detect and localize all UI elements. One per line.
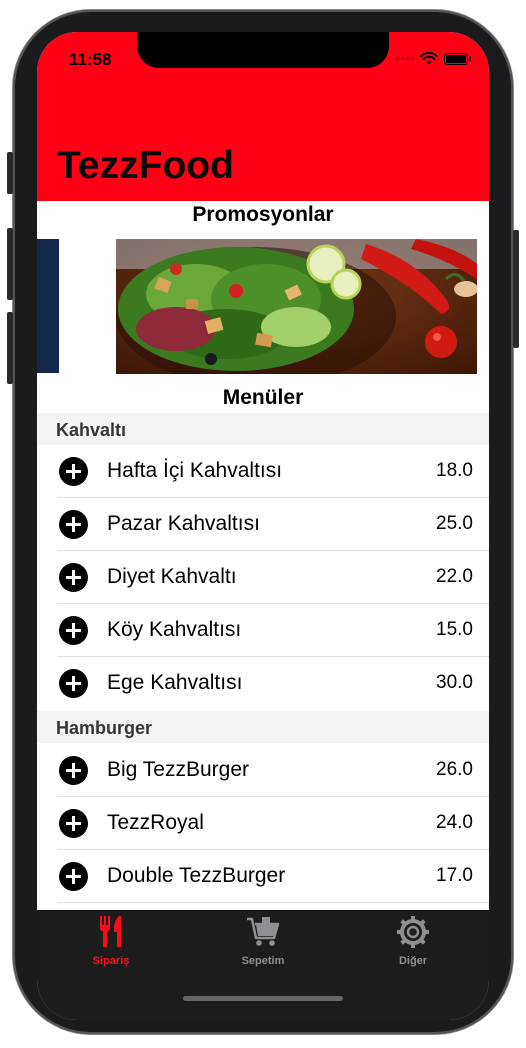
- menu-item-row[interactable]: Pazar Kahvaltısı 25.0: [37, 498, 489, 551]
- add-icon[interactable]: [59, 756, 88, 785]
- menu-item-name: Hafta İçi Kahvaltısı: [107, 459, 283, 482]
- add-icon[interactable]: [59, 457, 88, 486]
- status-time: 11:58: [69, 50, 112, 69]
- cart-icon: [247, 917, 280, 946]
- tab-bar: Sipariş Sepetim Diğer: [37, 910, 489, 1020]
- menu-item-name: Double TezzBurger: [107, 864, 286, 887]
- mute-switch: [7, 152, 13, 194]
- notch: [137, 32, 389, 68]
- menu-item-name: Big TezzBurger: [107, 758, 250, 781]
- signal-icon: [396, 57, 414, 60]
- menu-item-row[interactable]: Diyet Kahvaltı 22.0: [37, 551, 489, 604]
- category-label: Kahvaltı: [56, 420, 127, 440]
- menus-title: Menüler: [222, 386, 304, 409]
- screen: TezzFood 11:58 Promosyonlar Menüler Kahv…: [37, 32, 489, 1020]
- add-icon[interactable]: [59, 862, 88, 891]
- menu-item-price: 22.0: [436, 566, 473, 587]
- tab-label: Sepetim: [241, 955, 285, 967]
- tab-diger[interactable]: Diğer: [358, 916, 468, 967]
- menu-item-price: 26.0: [436, 759, 473, 780]
- app-title: TezzFood: [57, 144, 234, 187]
- tab-siparis[interactable]: Sipariş: [56, 916, 166, 967]
- status-icons: [396, 52, 471, 65]
- menu-item-name: Diyet Kahvaltı: [107, 565, 237, 588]
- volume-down-button: [7, 312, 13, 384]
- volume-up-button: [7, 228, 13, 300]
- menu-item-price: 18.0: [436, 460, 473, 481]
- power-button: [513, 230, 519, 348]
- wifi-icon: [420, 52, 438, 65]
- gear-icon: [397, 916, 429, 948]
- menu-item-price: 17.0: [436, 865, 473, 886]
- tab-label: Sipariş: [92, 955, 130, 967]
- home-indicator[interactable]: [183, 996, 343, 1001]
- menu-item-price: 25.0: [436, 513, 473, 534]
- menu-item-row[interactable]: Double TezzBurger 17.0: [37, 850, 489, 903]
- menu-item-price: 30.0: [436, 672, 473, 693]
- add-icon[interactable]: [59, 563, 88, 592]
- tab-label: Diğer: [398, 955, 428, 967]
- menu-item-price: 15.0: [436, 619, 473, 640]
- menu-item-name: Köy Kahvaltısı: [107, 618, 242, 641]
- menu-item-price: 24.0: [436, 812, 473, 833]
- menu-item-name: TezzRoyal: [107, 811, 204, 834]
- menu-item-row[interactable]: Hafta İçi Kahvaltısı 18.0: [37, 445, 489, 498]
- menu-item-row[interactable]: Big TezzBurger 26.0: [37, 744, 489, 797]
- category-label: Hamburger: [56, 718, 153, 738]
- menu-item-row[interactable]: TezzRoyal 24.0: [37, 797, 489, 850]
- menu-item-row[interactable]: Köy Kahvaltısı 15.0: [37, 604, 489, 657]
- menu-item-name: Pazar Kahvaltısı: [107, 512, 260, 535]
- tab-sepetim[interactable]: Sepetim: [208, 916, 318, 967]
- add-icon[interactable]: [59, 510, 88, 539]
- promo-banner-image[interactable]: [116, 239, 477, 374]
- fork-knife-icon: [100, 916, 121, 947]
- menu-item-name: Ege Kahvaltısı: [107, 671, 243, 694]
- row-divider: [57, 902, 489, 903]
- battery-icon: [444, 52, 471, 65]
- category-header-kahvalti: Kahvaltı: [37, 413, 489, 445]
- promo-banner-previous[interactable]: [37, 239, 59, 373]
- add-icon[interactable]: [59, 809, 88, 838]
- add-icon[interactable]: [59, 616, 88, 645]
- category-header-hamburger: Hamburger: [37, 711, 489, 743]
- promotions-title: Promosyonlar: [192, 203, 334, 226]
- menu-item-row[interactable]: Ege Kahvaltısı 30.0: [37, 657, 489, 710]
- add-icon[interactable]: [59, 669, 88, 698]
